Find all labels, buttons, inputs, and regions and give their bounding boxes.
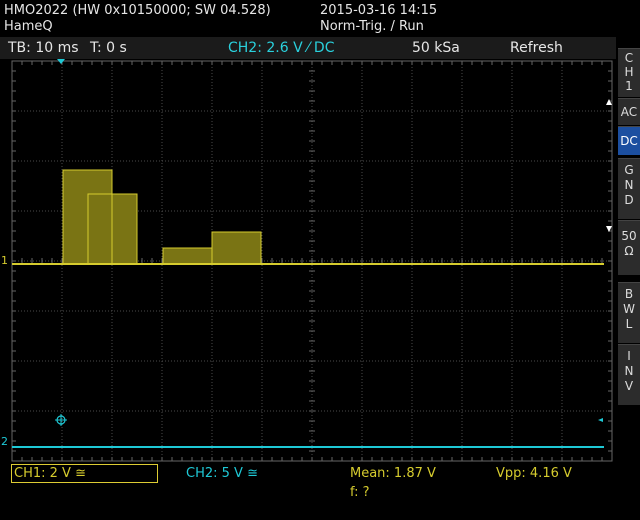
trigger-source[interactable]: CH2: 2.6 V ⁄ DC (228, 40, 334, 56)
timebase[interactable]: TB: 10 ms (8, 40, 79, 56)
invert-button[interactable]: I N V (618, 344, 640, 405)
impedance-50ohm-button[interactable]: 50 Ω (618, 220, 640, 275)
ch2-ground-marker[interactable]: 2 (1, 435, 8, 448)
status-bar: TB: 10 ms T: 0 s CH2: 2.6 V ⁄ DC 50 kSa … (0, 37, 616, 59)
ch1-scale[interactable]: CH1: 2 V ≅ (14, 466, 86, 481)
bwl-letter: B (624, 287, 634, 301)
ch-letter: H (624, 65, 634, 79)
frequency-measurement: f: ? (350, 485, 370, 500)
ch1-pulse (111, 193, 138, 265)
bwl-letter: L (625, 317, 633, 331)
trigger-time[interactable]: T: 0 s (90, 40, 127, 56)
inv-letter: I (627, 349, 631, 363)
ohm-symbol: Ω (624, 244, 634, 258)
ground-button[interactable]: G N D (618, 158, 640, 219)
device-model: HMO2022 (HW 0x10150000; SW 04.528) (4, 3, 271, 18)
datetime: 2015-03-16 14:15 (320, 3, 438, 18)
coupling-dc-button[interactable]: DC (618, 126, 640, 155)
inv-letter: N (624, 364, 634, 378)
ch1-pulse (162, 247, 213, 265)
waveform-display: 1 2 (1, 59, 613, 462)
vpp-measurement: Vpp: 4.16 V (496, 466, 572, 481)
gnd-letter: D (624, 193, 634, 207)
bandwidth-limit-button[interactable]: B W L (618, 282, 640, 343)
vendor-name: HameQ (4, 19, 53, 34)
ch1-ground-marker[interactable]: 1 (1, 254, 8, 267)
gnd-letter: N (624, 178, 634, 192)
ch2-scale[interactable]: CH2: 5 V ≅ (186, 466, 258, 481)
channel-select-ch1[interactable]: C H 1 (618, 48, 640, 97)
ohm-value: 50 (621, 229, 637, 243)
coupling-ac-button[interactable]: AC (618, 98, 640, 125)
sample-rate: 50 kSa (412, 40, 460, 56)
ch1-pulse (87, 193, 113, 265)
inv-letter: V (624, 379, 634, 393)
ch1-pulse (211, 231, 262, 265)
trigger-state: Norm-Trig. / Run (320, 19, 424, 34)
mean-measurement: Mean: 1.87 V (350, 466, 436, 481)
acquisition-mode[interactable]: Refresh (510, 40, 563, 56)
ch-letter: C (624, 51, 634, 65)
gnd-letter: G (624, 163, 634, 177)
ch-letter: 1 (625, 79, 633, 93)
bwl-letter: W (623, 302, 635, 316)
